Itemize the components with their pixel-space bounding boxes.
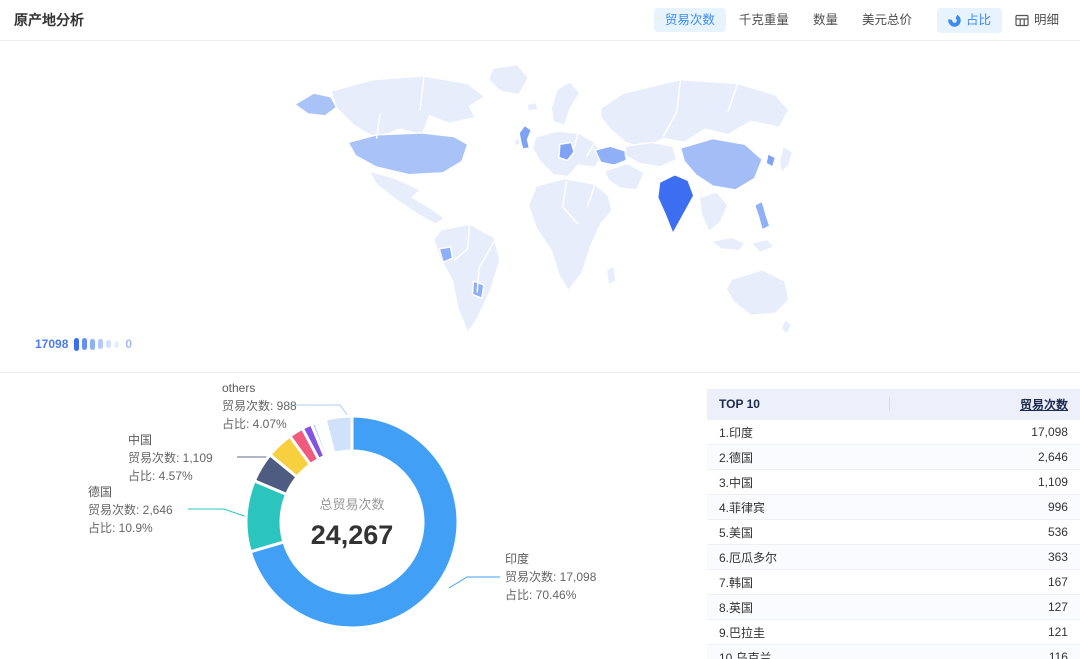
tab-detail-view[interactable]: 明细 — [1004, 8, 1070, 33]
table-row[interactable]: 5.美国 536 — [707, 519, 1080, 544]
origin-analysis-panel: 原产地分析 贸易次数 千克重量 数量 美元总价 占比 — [0, 0, 1080, 659]
table-row[interactable]: 7.韩国 167 — [707, 569, 1080, 594]
table-row[interactable]: 3.中国 1,109 — [707, 469, 1080, 494]
callout-china: 中国 贸易次数: 1,109 占比: 4.57% — [128, 431, 213, 485]
legend-bar — [82, 338, 87, 350]
table-header-top10: TOP 10 — [707, 397, 890, 411]
world-choropleth-map[interactable] — [268, 55, 808, 340]
map-legend: 17098 0 — [35, 337, 132, 351]
landmass-australia — [726, 270, 789, 316]
landmass-new-zealand — [781, 319, 791, 334]
landmass-indonesia — [711, 237, 745, 250]
tab-kg-weight[interactable]: 千克重量 — [728, 8, 800, 33]
country-usa-alaska[interactable] — [295, 93, 337, 116]
landmass-japan — [779, 146, 792, 173]
landmass-south-america — [434, 224, 501, 332]
table-row[interactable]: 1.印度 17,098 — [707, 419, 1080, 444]
landmass-ireland — [514, 137, 520, 147]
landmass-middle-east — [605, 163, 645, 190]
landmass-central-america — [369, 171, 445, 224]
world-map-section: 17098 0 — [0, 41, 1080, 372]
table-row[interactable]: 10.乌克兰 116 — [707, 644, 1080, 659]
legend-bar — [90, 339, 95, 350]
landmass-madagascar — [606, 266, 616, 285]
trade-count-donut-chart — [227, 397, 477, 647]
legend-bar — [114, 341, 119, 348]
table-row[interactable]: 4.菲律宾 996 — [707, 494, 1080, 519]
landmass-indonesia-east — [751, 239, 774, 252]
table-row[interactable]: 9.巴拉圭 121 — [707, 619, 1080, 644]
callout-others: others 贸易次数: 988 占比: 4.07% — [222, 379, 297, 433]
tab-proportion-view[interactable]: 占比 — [937, 8, 1002, 33]
country-south-korea[interactable] — [766, 154, 776, 167]
callout-germany: 德国 贸易次数: 2,646 占比: 10.9% — [88, 483, 173, 537]
tab-usd-total[interactable]: 美元总价 — [851, 8, 923, 33]
table-header-trade-count-sort[interactable]: 贸易次数 — [890, 396, 1080, 413]
pie-chart-icon — [948, 14, 961, 27]
breakdown-section: 总贸易次数 24,267 others 贸易次数: 988 占比: 4.07% … — [0, 372, 1080, 659]
country-china[interactable] — [681, 139, 763, 190]
landmass-southeast-asia — [700, 192, 729, 232]
page-title: 原产地分析 — [14, 10, 84, 30]
landmass-greenland — [489, 65, 529, 95]
legend-bar — [98, 339, 103, 349]
header-toolbar: 贸易次数 千克重量 数量 美元总价 占比 — [654, 8, 1070, 33]
table-icon — [1015, 14, 1029, 27]
table-header-row: TOP 10 贸易次数 — [707, 389, 1080, 419]
view-tab-group: 占比 明细 — [937, 8, 1070, 33]
table-row[interactable]: 2.德国 2,646 — [707, 444, 1080, 469]
landmass-central-asia — [625, 142, 676, 167]
callout-india: 印度 贸易次数: 17,098 占比: 70.46% — [505, 550, 596, 604]
legend-max-value: 17098 — [35, 337, 68, 351]
table-row[interactable]: 6.厄瓜多尔 363 — [707, 544, 1080, 569]
legend-color-bars — [74, 338, 119, 351]
landmass-africa — [529, 179, 613, 291]
legend-bar — [106, 340, 111, 348]
top10-table: TOP 10 贸易次数 1.印度 17,098 2.德国 2,646 3.中国 … — [707, 389, 1080, 659]
country-india[interactable] — [658, 175, 694, 234]
table-row[interactable]: 8.英国 127 — [707, 594, 1080, 619]
panel-header: 原产地分析 贸易次数 千克重量 数量 美元总价 占比 — [0, 0, 1080, 41]
landmass-iceland — [527, 103, 538, 112]
country-usa[interactable] — [348, 133, 468, 175]
metric-tab-group: 贸易次数 千克重量 数量 美元总价 — [654, 8, 923, 33]
country-ukraine[interactable] — [595, 146, 626, 165]
landmass-canada — [331, 76, 485, 139]
landmass-russia — [601, 80, 789, 148]
landmass-scandinavia — [551, 82, 580, 126]
tab-quantity[interactable]: 数量 — [802, 8, 849, 33]
legend-bar — [74, 338, 79, 351]
tab-trade-count[interactable]: 贸易次数 — [654, 8, 726, 33]
country-philippines[interactable] — [755, 201, 770, 230]
legend-min-value: 0 — [125, 337, 132, 351]
country-uk[interactable] — [519, 125, 531, 149]
